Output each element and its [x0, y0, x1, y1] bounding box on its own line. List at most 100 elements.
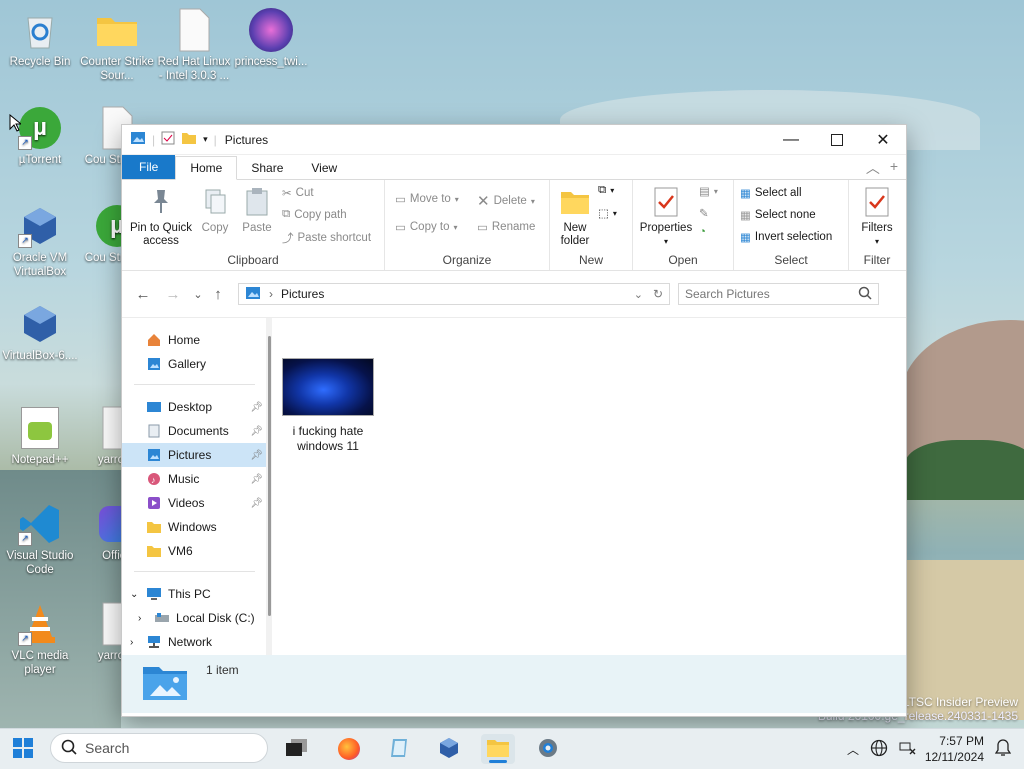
nav-item-this-pc[interactable]: ⌄ This PC [122, 582, 267, 606]
help-plus-icon[interactable]: + [890, 158, 898, 178]
paste-shortcut-button[interactable]: ⤴ Paste shortcut [282, 230, 371, 246]
virtualbox-icon [18, 302, 62, 346]
recent-locations-chevron-icon[interactable]: ⌄ [188, 288, 208, 301]
filters-dropdown-icon[interactable]: ▾ [855, 235, 899, 248]
cut-label: Cut [295, 187, 314, 199]
task-view-button[interactable] [280, 734, 314, 764]
taskbar-firefox[interactable] [332, 734, 366, 764]
select-all-button[interactable]: ▦ Select all [740, 186, 802, 200]
this-pc-icon [146, 587, 162, 601]
desktop-icon-vscode[interactable]: ↗ Visual Studio Code [2, 502, 78, 577]
network-status-button[interactable] [890, 734, 924, 764]
nav-item-desktop[interactable]: Desktop 📌︎ [122, 395, 267, 419]
expanded-chevron-icon[interactable]: ⌄ [130, 589, 142, 600]
nav-item-home[interactable]: Home [122, 328, 267, 352]
taskbar-file-explorer[interactable] [481, 734, 515, 764]
desktop-icon-virtualbox-installer[interactable]: VirtualBox-6.... [2, 302, 78, 363]
pin-icon[interactable]: 📌︎ [250, 402, 263, 413]
nav-item-vm6[interactable]: VM6 [122, 539, 267, 563]
properties-dropdown-icon[interactable]: ▾ [637, 235, 695, 248]
edit-button[interactable]: ✎ [699, 206, 709, 220]
nav-item-network[interactable]: › Network [122, 630, 267, 654]
scissors-icon: ✂ [282, 188, 292, 200]
new-item-button[interactable]: ⧉ ▾ [598, 184, 614, 197]
cut-button[interactable]: ✂ Cut [282, 186, 314, 200]
file-name: i fucking hate windows 11 [292, 424, 364, 453]
refresh-icon[interactable]: ↻ [653, 287, 663, 301]
file-list-area[interactable]: i fucking hate windows 11 [268, 318, 906, 655]
nav-item-gallery[interactable]: Gallery [122, 352, 267, 376]
new-folder-button[interactable]: New folder [556, 186, 594, 248]
tab-home[interactable]: Home [175, 156, 238, 180]
taskbar-search[interactable]: Search [50, 733, 268, 763]
taskbar-virtualbox[interactable] [432, 734, 466, 764]
notifications-button[interactable] [986, 734, 1020, 764]
forward-arrow-icon[interactable]: → [158, 286, 188, 303]
maximize-button[interactable] [814, 125, 860, 154]
file-item[interactable]: i fucking hate windows 11 [282, 358, 374, 454]
copy-to-button[interactable]: ▭ Copy to ▾ [395, 220, 458, 234]
tab-file[interactable]: File [122, 155, 176, 179]
pin-icon[interactable]: 📌︎ [250, 498, 263, 509]
rename-button[interactable]: ▭ Rename [477, 220, 535, 234]
desktop-icon-vlc[interactable]: ↗ VLC media player [2, 602, 78, 677]
ribbon-group-clipboard: Pin to Quick access Copy Paste ✂ Cut ⧉ Cop… [122, 180, 385, 270]
desktop-icon-notepadpp[interactable]: Notepad++ [2, 406, 78, 467]
properties-button[interactable]: Properties ▾ [637, 186, 695, 248]
open-button[interactable]: ▤ ▾ [699, 184, 718, 198]
select-all-label: Select all [754, 187, 802, 199]
desktop-icon-virtualbox[interactable]: ↗ Oracle VM VirtualBox [2, 204, 78, 279]
system-clock[interactable]: 7:57 PM 12/11/2024 [925, 733, 984, 765]
quick-access-dropdown-icon[interactable]: ▾ [203, 134, 208, 145]
search-icon [61, 739, 77, 758]
address-box[interactable]: › Pictures ⌄ ↻ [238, 283, 670, 305]
properties-quick-icon[interactable] [161, 131, 175, 148]
pin-icon[interactable]: 📌︎ [250, 474, 263, 485]
copy-path-button[interactable]: ⧉ Copy path [282, 208, 347, 221]
collapse-ribbon-icon[interactable]: ︿ [866, 158, 880, 178]
up-arrow-icon[interactable]: ↑ [208, 286, 228, 303]
collapsed-chevron-icon[interactable]: › [138, 613, 150, 624]
nav-item-pictures[interactable]: Pictures 📌︎ [122, 443, 267, 467]
taskbar-settings[interactable] [531, 734, 565, 764]
taskbar-notepad[interactable] [383, 734, 417, 764]
start-button[interactable] [6, 734, 40, 764]
tab-share[interactable]: Share [237, 157, 297, 179]
tab-view[interactable]: View [297, 157, 351, 179]
paste-button[interactable]: Paste [238, 186, 276, 235]
search-icon[interactable] [858, 286, 872, 303]
pin-icon[interactable]: 📌︎ [250, 426, 263, 437]
desktop-icon-redhat[interactable]: Red Hat Linux - Intel 3.0.3 ... [156, 8, 232, 83]
new-folder-quick-icon[interactable] [181, 131, 197, 148]
collapsed-chevron-icon[interactable]: › [130, 637, 142, 648]
desktop-icon-recycle-bin[interactable]: Recycle Bin [2, 8, 78, 69]
nav-item-windows[interactable]: Windows [122, 515, 267, 539]
breadcrumb-pictures[interactable]: Pictures [281, 287, 324, 301]
back-arrow-icon[interactable]: ← [128, 286, 158, 303]
copy-button[interactable]: Copy [196, 186, 234, 235]
desktop-icon-counter-strike[interactable]: Counter Strike Sour... [79, 8, 155, 83]
pin-to-quick-access-button[interactable]: Pin to Quick access [128, 186, 194, 248]
nav-item-videos[interactable]: Videos 📌︎ [122, 491, 267, 515]
filters-button[interactable]: Filters ▾ [855, 186, 899, 248]
desktop-icon-princess[interactable]: princess_twi... [233, 8, 309, 69]
title-bar[interactable]: | ▾ | Pictures — ✕ [122, 125, 906, 155]
close-button[interactable]: ✕ [860, 125, 906, 154]
address-dropdown-chevron-icon[interactable]: ⌄ [634, 288, 643, 301]
minimize-button[interactable]: — [768, 125, 814, 154]
nav-item-music[interactable]: ♪ Music 📌︎ [122, 467, 267, 491]
copy-path-icon: ⧉ [282, 208, 291, 220]
nav-item-documents[interactable]: Documents 📌︎ [122, 419, 267, 443]
pin-icon[interactable]: 📌︎ [250, 450, 263, 461]
utorrent-icon: µ ↗ [18, 106, 62, 150]
move-to-button[interactable]: ▭ Move to ▾ [395, 192, 459, 206]
search-box[interactable]: Search Pictures [678, 283, 879, 305]
pin-icon [145, 186, 177, 218]
delete-button[interactable]: ✕ Delete ▾ [477, 192, 535, 210]
history-button[interactable]: ◔ [699, 226, 706, 238]
search-input[interactable]: Search Pictures [685, 287, 770, 301]
easy-access-button[interactable]: ⬚ ▾ [598, 206, 617, 220]
nav-item-local-disk[interactable]: › Local Disk (C:) [122, 606, 267, 630]
select-none-button[interactable]: ▦ Select none [740, 208, 816, 222]
invert-selection-button[interactable]: ▦ Invert selection [740, 230, 832, 244]
